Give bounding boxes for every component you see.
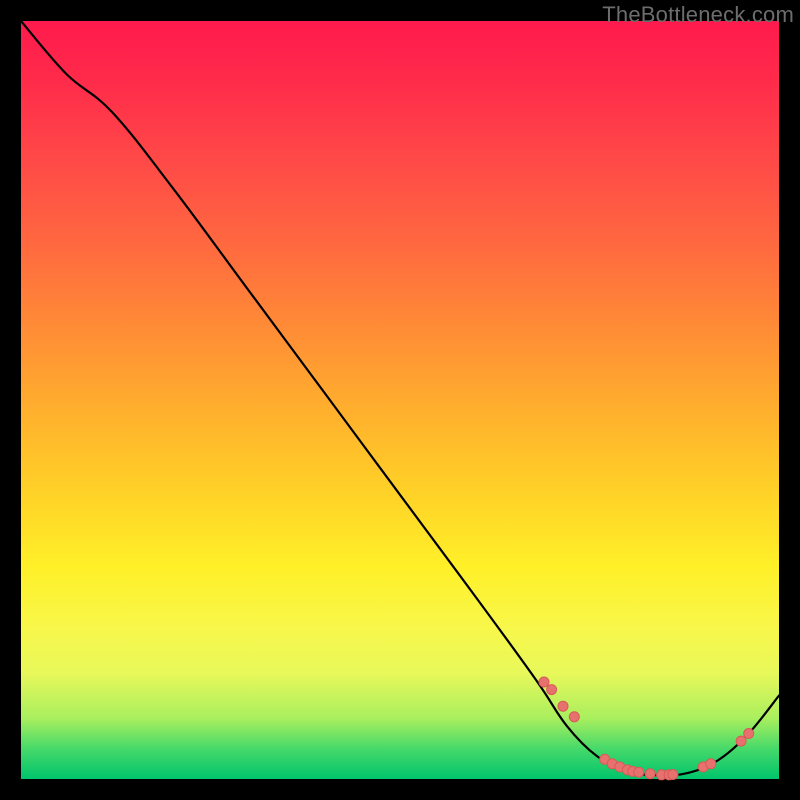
highlight-point (736, 736, 746, 746)
highlight-point (634, 767, 644, 777)
curve-layer (21, 21, 779, 779)
chart-frame: TheBottleneck.com (0, 0, 800, 800)
highlight-point (539, 677, 549, 687)
highlight-points (539, 677, 754, 780)
highlight-point (744, 729, 754, 739)
highlight-point (645, 769, 655, 779)
bottleneck-curve (21, 21, 779, 775)
highlight-point (706, 759, 716, 769)
highlight-point (547, 685, 557, 695)
highlight-point (569, 712, 579, 722)
highlight-point (668, 770, 678, 780)
highlight-point (558, 701, 568, 711)
